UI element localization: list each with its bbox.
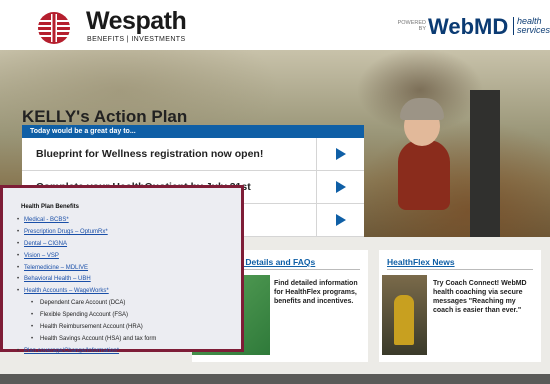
hero-photo-child: [398, 140, 450, 210]
menu-link[interactable]: Medical - BCBS*: [24, 217, 69, 223]
menu-item-plan-coverage: Plan coverage/Change/Information*: [17, 346, 156, 358]
menu-subitem-dca: Dependent Care Account (DCA): [17, 298, 156, 310]
menu-link[interactable]: Health Accounts – WageWorks*: [24, 288, 109, 294]
menu-item-prescription: Prescription Drugs – OptumRx*: [17, 227, 156, 239]
action-item[interactable]: Blueprint for Wellness registration now …: [22, 138, 364, 171]
footer-bar: [0, 374, 550, 384]
health-plan-benefits-menu: Health Plan Benefits Medical - BCBS* Pre…: [0, 185, 244, 358]
menu-subitem-hra: Health Reimbursement Account (HRA): [17, 322, 156, 334]
site-header: Wespath BENEFITS | INVESTMENTS POWERED B…: [0, 0, 550, 50]
card-divider: [387, 269, 533, 270]
healthflex-details-text: Find detailed information for HealthFlex…: [274, 280, 358, 305]
action-item-label: Blueprint for Wellness registration now …: [36, 148, 264, 160]
health-services-label: health services: [513, 17, 550, 35]
healthflex-news-card: HealthFlex News Try Coach Connect! WebMD…: [379, 250, 541, 362]
brand-name: Wespath: [86, 7, 187, 35]
menu-item-telemedicine: Telemedicine – MDLIVE: [17, 263, 156, 275]
menu-item-vision: Vision – VSP: [17, 251, 156, 263]
menu-link[interactable]: Behavioral Health – UBH: [24, 276, 91, 282]
play-arrow-icon: [336, 181, 346, 193]
menu-subitem-hsa: Health Savings Account (HSA) and tax for…: [17, 334, 156, 346]
benefits-list: Medical - BCBS* Prescription Drugs – Opt…: [17, 215, 156, 358]
runner-figure: [394, 295, 414, 345]
action-plan-header: Today would be a great day to...: [22, 125, 364, 138]
menu-link[interactable]: Prescription Drugs – OptumRx*: [24, 229, 108, 235]
action-arrow-button[interactable]: [316, 138, 364, 170]
menu-link[interactable]: Dental – CIGNA: [24, 241, 67, 247]
play-arrow-icon: [336, 148, 346, 160]
menu-item-medical: Medical - BCBS*: [17, 215, 156, 227]
play-arrow-icon: [336, 214, 346, 226]
menu-item-health-accounts: Health Accounts – WageWorks*: [17, 286, 156, 298]
healthflex-news-text: Try Coach Connect! WebMD health coaching…: [433, 280, 527, 314]
menu-link[interactable]: Vision – VSP: [24, 253, 59, 259]
powered-by-label: POWERED BY: [397, 20, 426, 32]
wespath-logo-icon[interactable]: [33, 11, 75, 45]
webmd-logo[interactable]: WebMD: [428, 15, 508, 39]
healthflex-news-image[interactable]: [382, 275, 427, 355]
menu-title: Health Plan Benefits: [21, 204, 80, 210]
hero-photo-adult: [470, 90, 500, 237]
hero-photo-child-hat: [400, 98, 444, 120]
menu-item-behavioral: Behavioral Health – UBH: [17, 274, 156, 286]
healthflex-news-link[interactable]: HealthFlex News: [387, 257, 455, 267]
action-arrow-button[interactable]: [316, 204, 364, 236]
action-plan-title: KELLY's Action Plan: [22, 107, 188, 126]
menu-link[interactable]: Plan coverage/Change/Information*: [24, 348, 119, 354]
action-arrow-button[interactable]: [316, 171, 364, 203]
menu-item-dental: Dental – CIGNA: [17, 239, 156, 251]
menu-link[interactable]: Telemedicine – MDLIVE: [24, 265, 88, 271]
menu-subitem-fsa: Flexible Spending Account (FSA): [17, 310, 156, 322]
brand-tagline: BENEFITS | INVESTMENTS: [87, 36, 186, 43]
